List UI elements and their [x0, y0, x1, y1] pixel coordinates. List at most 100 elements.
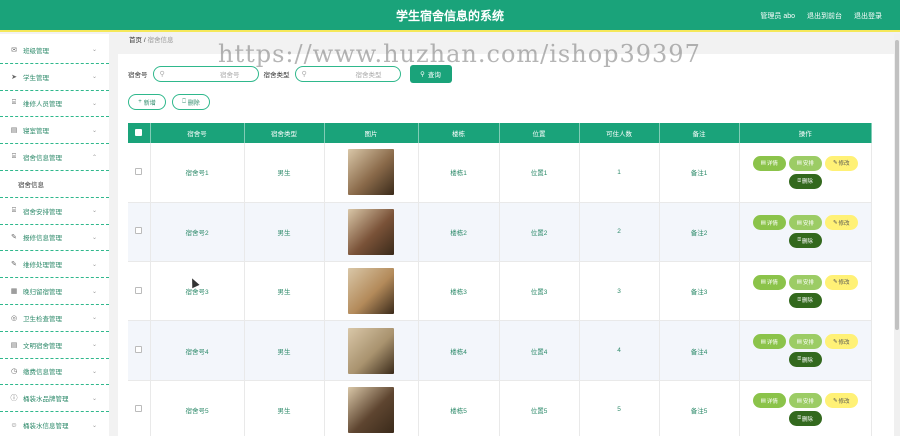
chevron-down-icon: ⌄: [91, 127, 97, 134]
doc-icon: ▤: [760, 219, 766, 226]
arrange-label: 安排: [802, 280, 814, 287]
image-cell: [324, 320, 419, 381]
chevron-up-icon: ⌃: [91, 154, 97, 161]
sidebar-item[interactable]: ⌸ 维修人员管理 ⌄: [0, 91, 109, 118]
add-label: 新增: [143, 100, 156, 107]
search-icon: ⚲: [420, 71, 425, 78]
delete-label: 删除: [187, 100, 200, 107]
chevron-down-icon: ⌄: [91, 261, 97, 268]
chevron-down-icon: ⌄: [91, 422, 97, 429]
sidebar-subitem[interactable]: 宿舍信息: [0, 171, 109, 198]
sidebar-item-label: 晚归留宿管理: [23, 289, 62, 297]
doc-icon: ▤: [760, 279, 766, 286]
doc-icon: ▤: [796, 160, 802, 167]
detail-button[interactable]: ▤ 详情: [752, 334, 786, 350]
delete-row-button[interactable]: ⌸ 删除: [788, 292, 822, 308]
breadcrumb-home[interactable]: 首页: [129, 37, 142, 44]
arrange-button[interactable]: ▤ 安排: [788, 155, 822, 171]
arrange-button[interactable]: ▤ 安排: [788, 393, 822, 409]
image-cell: [324, 261, 419, 321]
arrange-button[interactable]: ▤ 安排: [788, 274, 822, 290]
delete-row-button[interactable]: ⌸ 删除: [788, 352, 822, 368]
edit-button[interactable]: ✎ 修改: [824, 334, 858, 350]
edit-button[interactable]: ✎ 修改: [824, 155, 858, 171]
delete-row-button[interactable]: ⌸ 删除: [788, 173, 822, 189]
sidebar-item[interactable]: ⌸ 宿舍安排管理 ⌄: [0, 198, 109, 225]
detail-button[interactable]: ▤ 详情: [752, 274, 786, 290]
row-checkbox[interactable]: [135, 286, 143, 294]
arrange-button[interactable]: ▤ 安排: [788, 215, 822, 231]
sidebar-item-label: 班级管理: [23, 47, 49, 55]
edit-button[interactable]: ✎ 修改: [824, 215, 858, 231]
scrollbar-thumb[interactable]: [895, 40, 899, 330]
detail-button[interactable]: ▤ 详情: [752, 155, 786, 171]
dorm-photo: [348, 386, 394, 433]
select-all-checkbox[interactable]: [135, 128, 143, 136]
delete-button[interactable]: ⎕ 删除: [172, 94, 210, 110]
col-header: 备注: [659, 123, 740, 143]
detail-button[interactable]: ▤ 详情: [752, 393, 786, 409]
sidebar-item[interactable]: ➤ 学生管理 ⌄: [0, 64, 109, 91]
edit-button[interactable]: ✎ 修改: [824, 393, 858, 409]
doc-icon: ▤: [796, 338, 802, 345]
delete-row-button[interactable]: ⌸ 删除: [788, 233, 822, 249]
breadcrumb: 首页 / 宿舍信息: [129, 34, 173, 44]
sidebar-item[interactable]: ✎ 维修处理管理 ⌄: [0, 251, 109, 279]
building-cell: 楼栋1: [418, 143, 500, 203]
sidebar-item-label: 维修人员管理: [23, 101, 62, 109]
sidebar-item[interactable]: ✎ 报修信息管理 ⌄: [0, 225, 109, 252]
sidebar-item[interactable]: ◷ 缴费信息管理 ⌄: [0, 359, 109, 386]
ops-cell: ▤ 详情 ▤ 安排 ✎ 修改 ⌸ 删除: [739, 143, 872, 203]
detail-button[interactable]: ▤ 详情: [752, 215, 786, 231]
sidebar-item[interactable]: ◎ 卫生检查管理 ⌄: [0, 305, 109, 332]
dorm-no-input[interactable]: ⚲ 宿舍号: [152, 66, 259, 82]
sidebar-item-label: 寝室管理: [23, 128, 49, 136]
add-button[interactable]: + 新增: [128, 94, 166, 110]
edit-label: 修改: [838, 280, 850, 287]
capacity-cell: 1: [579, 143, 660, 203]
detail-label: 详情: [766, 161, 778, 168]
detail-label: 详情: [766, 339, 778, 346]
row-checkbox[interactable]: [135, 227, 143, 235]
trash-icon: ⌸: [797, 356, 801, 363]
delete-label: 删除: [801, 416, 813, 423]
dorm-photo: [348, 327, 394, 374]
top-right-menu: 管理员 abo 退出到前台 退出登录: [760, 11, 882, 21]
back-to-front-link[interactable]: 退出到前台: [807, 11, 842, 21]
chevron-down-icon: ⌄: [91, 234, 97, 241]
logout-link[interactable]: 退出登录: [854, 11, 882, 21]
breadcrumb-separator: /: [143, 37, 146, 44]
sidebar-item-label: 报修信息管理: [23, 235, 62, 243]
main-content: 首页 / 宿舍信息 宿舍号 ⚲ 宿舍号 宿舍类型 ⚲ 宿舍类型 ⚲ 查询 + 新…: [118, 34, 894, 436]
capacity-cell: 2: [579, 202, 660, 262]
sidebar-item[interactable]: ⌸ 宿舍信息管理 ⌃: [0, 144, 109, 171]
dorm-no-cell: 宿舍号1: [150, 143, 245, 203]
col-header: 宿舍类型: [244, 123, 325, 143]
doc-icon: ▤: [760, 397, 766, 404]
arrange-label: 安排: [802, 161, 814, 168]
page-scrollbar[interactable]: [894, 34, 900, 436]
ops-cell: ▤ 详情 ▤ 安排 ✎ 修改 ⌸ 删除: [739, 202, 872, 262]
sidebar-item[interactable]: ⓘ 桶装水品牌管理 ⌄: [0, 385, 109, 413]
search-icon: ⚲: [159, 71, 165, 78]
trash-icon: ⌸: [797, 237, 801, 244]
delete-row-button[interactable]: ⌸ 删除: [788, 411, 822, 427]
row-checkbox[interactable]: [135, 167, 143, 175]
sidebar-item[interactable]: ▦ 晚归留宿管理 ⌄: [0, 278, 109, 305]
sidebar-item[interactable]: ▤ 文明宿舍管理 ⌄: [0, 332, 109, 359]
sidebar-item[interactable]: ☺ 桶装水信息管理 ⌄: [0, 412, 109, 436]
dorm-type-cell: 男生: [244, 380, 325, 436]
dorm-type-input[interactable]: ⚲ 宿舍类型: [294, 66, 401, 82]
arrange-button[interactable]: ▤ 安排: [788, 334, 822, 350]
dorm-table: 宿舍号 宿舍类型 图片 楼栋 位置 可住人数 备注 操作 宿舍号1 男生 楼栋1 位置…: [128, 123, 872, 436]
detail-label: 详情: [766, 280, 778, 287]
delete-label: 删除: [801, 179, 813, 186]
edit-button[interactable]: ✎ 修改: [824, 274, 858, 290]
remark-cell: 备注1: [659, 143, 740, 203]
row-checkbox[interactable]: [135, 346, 143, 354]
row-checkbox[interactable]: [135, 405, 143, 413]
sidebar-item[interactable]: ▤ 寝室管理 ⌄: [0, 117, 109, 145]
sidebar-item[interactable]: ✉ 班级管理 ⌄: [0, 37, 109, 64]
query-button[interactable]: ⚲ 查询: [409, 65, 452, 83]
search-row: 宿舍号 ⚲ 宿舍号 宿舍类型 ⚲ 宿舍类型 ⚲ 查询: [128, 65, 452, 83]
